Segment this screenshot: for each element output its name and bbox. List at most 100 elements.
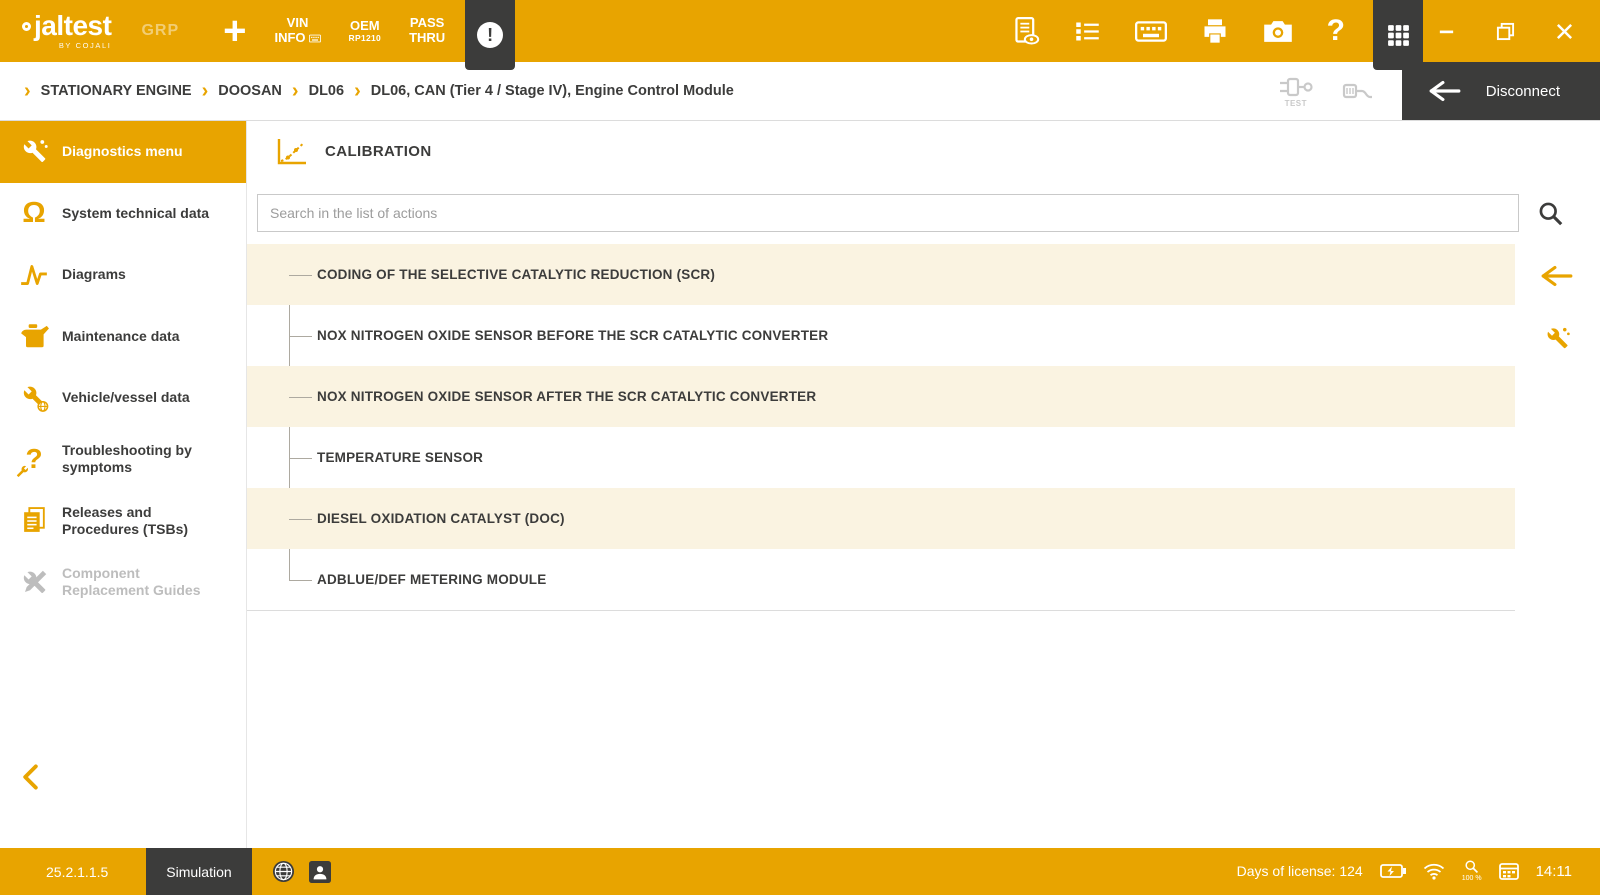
jaltest-logo[interactable]: jaltest BY COJALI (22, 12, 111, 50)
sidebar-item-troubleshooting[interactable]: Troubleshooting by symptoms (0, 429, 246, 491)
keyboard-mini-icon (309, 34, 321, 43)
action-item-coding-scr[interactable]: CODING OF THE SELECTIVE CATALYTIC REDUCT… (247, 244, 1515, 305)
checklist-icon[interactable] (1074, 18, 1101, 45)
omega-icon (16, 195, 52, 231)
breadcrumb: STATIONARY ENGINE DOOSAN DL06 DL06, CAN … (24, 81, 1278, 101)
app-window: jaltest BY COJALI GRP VIN INFO OEM RP121… (0, 0, 1600, 895)
logo-dot-icon (22, 22, 31, 31)
breadcrumb-item-doosan[interactable]: DOOSAN (218, 83, 282, 99)
zoom-control[interactable]: 100 % (1462, 859, 1482, 883)
chevron-right-icon (202, 81, 209, 101)
chevron-right-icon (24, 81, 31, 101)
disconnect-button[interactable]: Disconnect (1402, 62, 1600, 120)
action-label: NOX NITROGEN OXIDE SENSOR BEFORE THE SCR… (317, 328, 828, 343)
zoom-magnifier-icon (1464, 859, 1479, 874)
sidebar-item-label: Vehicle/vessel data (62, 389, 190, 406)
apps-grid-button[interactable] (1373, 0, 1423, 70)
action-item-nox-after[interactable]: NOX NITROGEN OXIDE SENSOR AFTER THE SCR … (247, 366, 1515, 427)
chevron-right-icon (292, 81, 299, 101)
version-label: 25.2.1.1.5 (46, 864, 108, 880)
action-label: TEMPERATURE SENSOR (317, 450, 483, 465)
breadcrumb-item-stationary-engine[interactable]: STATIONARY ENGINE (41, 83, 192, 99)
action-item-nox-before[interactable]: NOX NITROGEN OXIDE SENSOR BEFORE THE SCR… (247, 305, 1515, 366)
search-icon[interactable] (1537, 200, 1564, 227)
back-chevron-icon[interactable] (22, 764, 39, 790)
action-label: CODING OF THE SELECTIVE CATALYTIC REDUCT… (317, 267, 715, 282)
brand-name: jaltest (34, 12, 111, 40)
main-panel: CALIBRATION CODING OF THE SELECTIVE CATA… (247, 121, 1600, 848)
action-label: DIESEL OXIDATION CATALYST (DOC) (317, 511, 565, 526)
action-label: NOX NITROGEN OXIDE SENSOR AFTER THE SCR … (317, 389, 816, 404)
test-label: TEST (1285, 100, 1307, 108)
restore-button[interactable] (1496, 22, 1515, 41)
grp-label: GRP (141, 22, 179, 40)
simulation-badge[interactable]: Simulation (146, 848, 251, 895)
action-item-doc[interactable]: DIESEL OXIDATION CATALYST (DOC) (247, 488, 1515, 549)
action-label: ADBLUE/DEF METERING MODULE (317, 572, 546, 587)
apps-grid-icon (1386, 23, 1411, 48)
diagnostics-icon (16, 134, 52, 170)
keyboard-icon[interactable] (1135, 20, 1167, 43)
diagram-pulse-icon (16, 257, 52, 293)
sidebar-item-label: Diagrams (62, 266, 126, 283)
crossed-tools-icon (16, 564, 52, 600)
add-icon[interactable] (223, 15, 246, 47)
breadcrumb-item-system: DL06, CAN (Tier 4 / Stage IV), Engine Co… (371, 83, 734, 99)
help-icon[interactable]: ? (1327, 16, 1345, 46)
user-icon[interactable] (309, 861, 331, 883)
sidebar-item-diagnostics-menu[interactable]: Diagnostics menu (0, 121, 246, 183)
breadcrumb-bar: STATIONARY ENGINE DOOSAN DL06 DL06, CAN … (0, 62, 1600, 121)
back-arrow-icon[interactable] (1540, 263, 1574, 289)
diagnostics-shortcut-icon[interactable] (1544, 325, 1571, 352)
sidebar-item-diagrams[interactable]: Diagrams (0, 244, 246, 306)
sidebar-item-label: Releases and Procedures (TSBs) (62, 504, 220, 538)
section-header: CALIBRATION (247, 121, 1600, 182)
chevron-right-icon (354, 81, 361, 101)
vin-info-button[interactable]: VIN INFO (274, 16, 320, 46)
diagnostics-connector-icon (1340, 79, 1376, 103)
sidebar-item-label: Diagnostics menu (62, 143, 183, 160)
sidebar: Diagnostics menu System technical data D… (0, 121, 247, 848)
close-button[interactable] (1555, 22, 1574, 41)
globe-icon[interactable] (272, 860, 295, 883)
alert-icon (477, 22, 503, 48)
oil-can-icon (16, 318, 52, 354)
wifi-icon (1423, 863, 1445, 880)
wrench-globe-icon (16, 380, 52, 416)
question-wrench-icon (16, 441, 52, 477)
sidebar-item-vehicle-vessel-data[interactable]: Vehicle/vessel data (0, 367, 246, 429)
calendar-icon[interactable] (1499, 862, 1519, 880)
report-eye-icon[interactable] (1013, 17, 1040, 46)
calibration-icon (273, 136, 307, 168)
sidebar-item-component-replacement-guides: Component Replacement Guides (0, 552, 246, 614)
breadcrumb-item-dl06[interactable]: DL06 (309, 83, 344, 99)
zoom-level-label: 100 % (1462, 875, 1482, 883)
alert-button[interactable] (465, 0, 515, 70)
sidebar-item-label: Troubleshooting by symptoms (62, 442, 220, 476)
printer-icon[interactable] (1201, 17, 1229, 45)
top-bar: jaltest BY COJALI GRP VIN INFO OEM RP121… (0, 0, 1600, 62)
action-item-adblue-metering[interactable]: ADBLUE/DEF METERING MODULE (247, 549, 1515, 610)
clock-label: 14:11 (1536, 863, 1572, 880)
sidebar-item-maintenance-data[interactable]: Maintenance data (0, 306, 246, 368)
camera-icon[interactable] (1263, 20, 1293, 43)
sidebar-item-label: Component Replacement Guides (62, 565, 220, 599)
minimize-button[interactable] (1437, 22, 1456, 41)
documents-icon (16, 503, 52, 539)
battery-icon (1380, 864, 1406, 878)
test-connector-icon: TEST (1278, 75, 1314, 108)
back-arrow-icon (1428, 78, 1462, 104)
sidebar-item-label: Maintenance data (62, 328, 179, 345)
oem-rp1210-button[interactable]: OEM RP1210 (349, 19, 382, 44)
action-item-temperature-sensor[interactable]: TEMPERATURE SENSOR (247, 427, 1515, 488)
section-title: CALIBRATION (325, 143, 432, 160)
sidebar-item-label: System technical data (62, 205, 209, 222)
search-input[interactable] (257, 194, 1519, 232)
license-days-label: Days of license: 124 (1237, 863, 1363, 879)
sidebar-item-system-technical-data[interactable]: System technical data (0, 183, 246, 245)
actions-list: CODING OF THE SELECTIVE CATALYTIC REDUCT… (247, 244, 1515, 611)
brand-subtitle: BY COJALI (59, 42, 112, 50)
pass-thru-button[interactable]: PASS THRU (409, 16, 445, 46)
sidebar-item-releases-tsbs[interactable]: Releases and Procedures (TSBs) (0, 490, 246, 552)
status-bar: 25.2.1.1.5 Simulation Days of license: 1… (0, 848, 1600, 895)
